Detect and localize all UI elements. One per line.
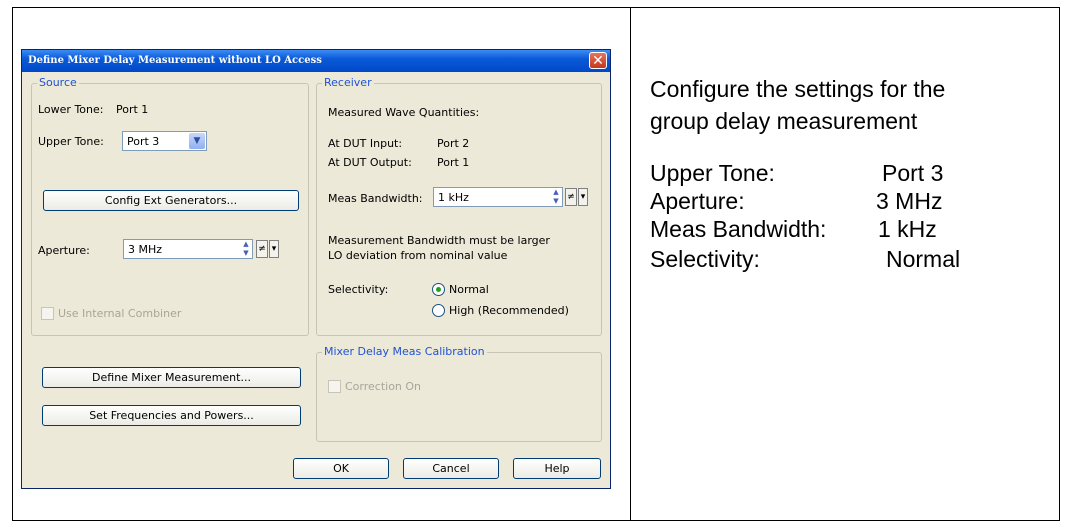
receiver-legend: Receiver xyxy=(322,76,374,89)
set-frequencies-powers-button[interactable]: Set Frequencies and Powers... xyxy=(42,405,301,426)
selectivity-label: Selectivity: xyxy=(328,283,389,296)
source-legend: Source xyxy=(37,76,79,89)
spin-up-icon[interactable]: ▲ xyxy=(551,188,561,197)
aperture-label: Aperture: xyxy=(38,244,90,257)
aperture-spinner[interactable]: ▲ ▼ xyxy=(241,240,251,258)
aperture-value: 3 MHz xyxy=(128,243,163,256)
radio-selected-dot xyxy=(436,287,441,292)
calibration-legend: Mixer Delay Meas Calibration xyxy=(322,345,487,358)
meas-bandwidth-input[interactable]: 1 kHz ▲ ▼ xyxy=(433,187,563,207)
close-button[interactable]: ✕ xyxy=(589,52,607,69)
upper-tone-select[interactable]: Port 3 ▼ xyxy=(122,131,207,151)
use-internal-combiner-label: Use Internal Combiner xyxy=(58,307,182,320)
selectivity-high-label: High (Recommended) xyxy=(449,304,569,317)
define-mixer-measurement-button[interactable]: Define Mixer Measurement... xyxy=(42,367,301,388)
cancel-button[interactable]: Cancel xyxy=(403,458,499,479)
calibration-group: Mixer Delay Meas Calibration Correction … xyxy=(316,345,602,442)
setting-label-upper-tone: Upper Tone: xyxy=(650,160,775,186)
config-ext-generators-button[interactable]: Config Ext Generators... xyxy=(43,190,299,211)
lower-tone-value: Port 1 xyxy=(116,103,149,116)
dialog-title: Define Mixer Delay Measurement without L… xyxy=(28,55,322,66)
setting-value-meas-bandwidth: 1 kHz xyxy=(878,216,937,242)
setting-value-aperture: 3 MHz xyxy=(876,188,943,214)
dut-output-label: At DUT Output: xyxy=(328,156,412,169)
source-group: Source Lower Tone: Port 1 Upper Tone: Po… xyxy=(31,76,309,336)
selectivity-normal-radio[interactable] xyxy=(432,283,445,296)
aperture-input[interactable]: 3 MHz ▲ ▼ xyxy=(123,239,253,259)
help-button[interactable]: Help xyxy=(513,458,601,479)
selectivity-normal-label: Normal xyxy=(449,283,489,296)
correction-on-checkbox[interactable] xyxy=(328,380,341,393)
meas-bandwidth-value: 1 kHz xyxy=(438,191,469,204)
setting-value-selectivity: Normal xyxy=(886,246,961,272)
ok-button[interactable]: OK xyxy=(293,458,389,479)
bandwidth-note-line2: LO deviation from nominal value xyxy=(328,249,508,262)
lower-tone-label: Lower Tone: xyxy=(38,103,104,116)
bandwidth-note-line1: Measurement Bandwidth must be larger xyxy=(328,234,550,247)
selectivity-high-radio[interactable] xyxy=(432,304,445,317)
meas-bandwidth-spinner[interactable]: ▲ ▼ xyxy=(551,188,561,206)
intro-line1: Configure the settings for the xyxy=(650,76,946,102)
intro-line2: group delay measurement xyxy=(650,108,918,134)
setting-value-upper-tone: Port 3 xyxy=(882,160,944,186)
measured-quantities-label: Measured Wave Quantities: xyxy=(328,106,480,119)
setting-label-meas-bandwidth: Meas Bandwidth: xyxy=(650,216,827,242)
dut-input-value: Port 2 xyxy=(437,137,470,150)
aperture-unit-button[interactable]: ≠ xyxy=(256,240,268,258)
receiver-group: Receiver Measured Wave Quantities: At DU… xyxy=(316,76,602,336)
meas-bandwidth-label: Meas Bandwidth: xyxy=(328,192,423,205)
dialog-titlebar[interactable]: Define Mixer Delay Measurement without L… xyxy=(22,50,610,72)
spin-down-icon[interactable]: ▼ xyxy=(551,197,561,206)
aperture-dropdown-button[interactable]: ▾ xyxy=(269,240,279,258)
upper-tone-label: Upper Tone: xyxy=(38,135,104,148)
chevron-down-icon[interactable]: ▼ xyxy=(189,133,205,149)
mixer-delay-dialog: Define Mixer Delay Measurement without L… xyxy=(21,49,611,489)
cell-divider xyxy=(630,8,631,520)
close-icon: ✕ xyxy=(592,53,604,69)
setting-label-selectivity: Selectivity: xyxy=(650,246,760,272)
dut-output-value: Port 1 xyxy=(437,156,470,169)
correction-on-label: Correction On xyxy=(345,380,422,393)
use-internal-combiner-checkbox[interactable] xyxy=(41,307,54,320)
upper-tone-value: Port 3 xyxy=(127,135,160,148)
meas-bandwidth-unit-button[interactable]: ≠ xyxy=(565,188,577,206)
spin-down-icon[interactable]: ▼ xyxy=(241,249,251,258)
meas-bandwidth-dropdown-button[interactable]: ▾ xyxy=(578,188,588,206)
setting-label-aperture: Aperture: xyxy=(650,188,745,214)
dut-input-label: At DUT Input: xyxy=(328,137,403,150)
spin-up-icon[interactable]: ▲ xyxy=(241,240,251,249)
